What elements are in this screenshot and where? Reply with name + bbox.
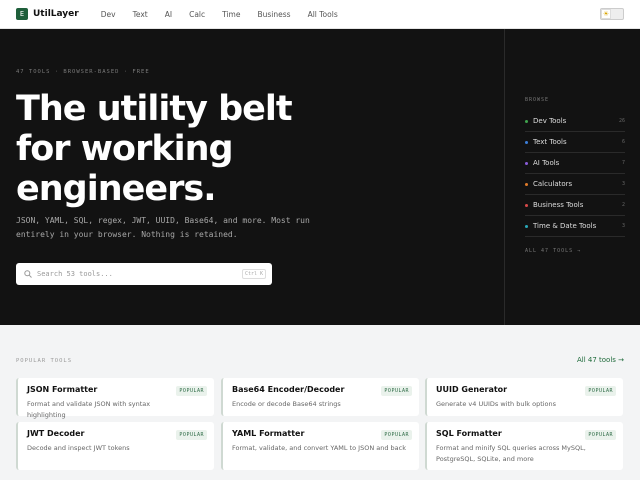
hero-title: The utility belt for working engineers.	[16, 89, 293, 209]
search-box[interactable]: Ctrl K	[16, 263, 272, 285]
category-count: 26	[618, 118, 625, 124]
tool-card-jwt-decoder[interactable]: JWT Decoder Decode and inspect JWT token…	[16, 422, 214, 470]
popular-badge: POPULAR	[585, 430, 616, 440]
category-count: 3	[621, 223, 625, 229]
browse-panel: BROWSE Dev Tools 26 Text Tools 6 AI Tool…	[504, 29, 640, 325]
top-navbar: E UtilLayer Dev Text AI Calc Time Busine…	[0, 0, 640, 29]
brand-name: UtilLayer	[33, 9, 79, 19]
tool-card-json-formatter[interactable]: JSON Formatter Format and validate JSON …	[16, 378, 214, 419]
tool-card-title: UUID Generator	[436, 385, 508, 394]
tool-card-yaml-formatter[interactable]: YAML Formatter Format, validate, and con…	[221, 422, 419, 470]
nav-time[interactable]: Time	[222, 10, 240, 19]
tool-card-desc: Format, validate, and convert YAML to JS…	[232, 444, 406, 452]
tool-card-title: JWT Decoder	[27, 429, 85, 438]
search-shortcut: Ctrl K	[241, 269, 266, 279]
category-dev-tools[interactable]: Dev Tools 26	[525, 111, 625, 132]
category-dot-icon	[525, 224, 528, 228]
category-dot-icon	[525, 203, 528, 207]
theme-toggle[interactable]: ☀	[600, 8, 624, 20]
logo-icon: E	[16, 8, 28, 20]
category-dot-icon	[525, 182, 528, 186]
nav-business[interactable]: Business	[257, 10, 290, 19]
popular-badge: POPULAR	[176, 386, 207, 396]
popular-all-tools-link[interactable]: All 47 tools →	[577, 356, 624, 364]
category-name: Text Tools	[533, 138, 567, 146]
popular-badge: POPULAR	[381, 430, 412, 440]
category-dot-icon	[525, 161, 528, 165]
popular-badge: POPULAR	[381, 386, 412, 396]
tool-card-base64[interactable]: Base64 Encoder/Decoder Encode or decode …	[221, 378, 419, 416]
category-business-tools[interactable]: Business Tools 2	[525, 195, 625, 216]
category-time-date-tools[interactable]: Time & Date Tools 3	[525, 216, 625, 237]
category-dot-icon	[525, 140, 528, 144]
sun-icon: ☀	[601, 9, 611, 19]
popular-tools-section: POPULAR TOOLS All 47 tools → JSON Format…	[0, 325, 640, 480]
popular-label: POPULAR TOOLS	[16, 358, 73, 364]
category-count: 6	[621, 139, 625, 145]
main-nav: Dev Text AI Calc Time Business All Tools	[101, 10, 355, 19]
category-count: 3	[621, 181, 625, 187]
tool-card-desc: Generate v4 UUIDs with bulk options	[436, 400, 557, 408]
category-ai-tools[interactable]: AI Tools 7	[525, 153, 625, 174]
nav-dev[interactable]: Dev	[101, 10, 116, 19]
category-count: 2	[621, 202, 625, 208]
popular-badge: POPULAR	[176, 430, 207, 440]
tool-card-desc: Decode and inspect JWT tokens	[27, 444, 130, 452]
category-name: Dev Tools	[533, 117, 567, 125]
nav-ai[interactable]: AI	[165, 10, 172, 19]
hero-subtitle: JSON, YAML, SQL, regex, JWT, UUID, Base6…	[16, 216, 310, 239]
hero-content: 47 TOOLS · BROWSER-BASED · FREE The util…	[16, 29, 486, 325]
category-name: Time & Date Tools	[533, 222, 597, 230]
tool-card-title: JSON Formatter	[27, 385, 98, 394]
hero-section: 47 TOOLS · BROWSER-BASED · FREE The util…	[0, 29, 640, 325]
nav-text[interactable]: Text	[133, 10, 148, 19]
tool-card-title: SQL Formatter	[436, 429, 502, 438]
tool-card-desc: Format and validate JSON with syntax hig…	[27, 400, 151, 419]
search-input[interactable]	[37, 270, 227, 278]
nav-all-tools[interactable]: All Tools	[308, 10, 338, 19]
popular-badge: POPULAR	[585, 386, 616, 396]
category-text-tools[interactable]: Text Tools 6	[525, 132, 625, 153]
category-dot-icon	[525, 119, 528, 123]
tool-card-desc: Format and minify SQL queries across MyS…	[436, 444, 586, 463]
tool-card-uuid-generator[interactable]: UUID Generator Generate v4 UUIDs with bu…	[425, 378, 623, 416]
tool-card-sql-formatter[interactable]: SQL Formatter Format and minify SQL quer…	[425, 422, 623, 470]
category-name: AI Tools	[533, 159, 560, 167]
category-name: Calculators	[533, 180, 573, 188]
brand-logo[interactable]: E UtilLayer	[16, 8, 79, 20]
browse-all-tools-link[interactable]: ALL 47 TOOLS →	[525, 248, 581, 254]
category-count: 7	[621, 160, 625, 166]
category-name: Business Tools	[533, 201, 584, 209]
tool-card-desc: Encode or decode Base64 strings	[232, 400, 341, 408]
nav-calc[interactable]: Calc	[189, 10, 205, 19]
hero-eyebrow: 47 TOOLS · BROWSER-BASED · FREE	[16, 69, 150, 75]
search-icon	[24, 270, 32, 278]
browse-label: BROWSE	[525, 97, 550, 103]
tool-card-title: YAML Formatter	[232, 429, 305, 438]
category-calculators[interactable]: Calculators 3	[525, 174, 625, 195]
category-list: Dev Tools 26 Text Tools 6 AI Tools 7 Cal…	[525, 111, 625, 237]
tool-card-title: Base64 Encoder/Decoder	[232, 385, 345, 394]
